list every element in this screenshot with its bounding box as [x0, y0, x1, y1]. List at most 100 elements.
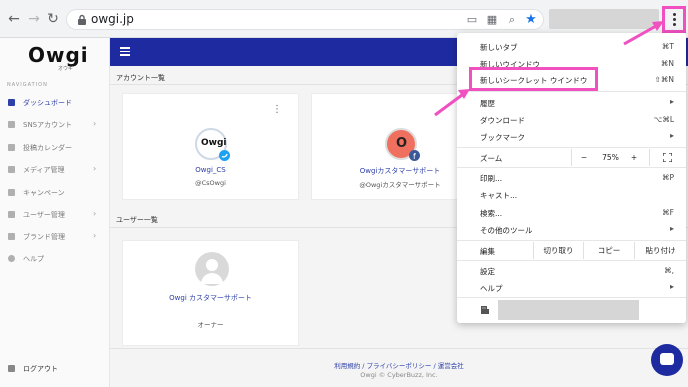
incognito-highlight [469, 67, 598, 91]
sidebar-item-label: SNSアカウント [23, 121, 73, 129]
sidebar: Owgi オウギ NAVIGATION ダッシュボード SNSアカウント › 投… [0, 38, 110, 387]
menu-item-help[interactable]: ヘルプ ▸ [457, 279, 686, 296]
profile-redacted [498, 300, 639, 320]
sidebar-item-label: ブランド管理 [23, 233, 65, 241]
menu-item-label: キャスト... [480, 191, 518, 200]
menu-item-label: その他のツール [480, 226, 533, 235]
chevron-right-icon: › [93, 231, 97, 240]
pointer-arrow-to-incognito [434, 89, 470, 117]
menu-item-label: 新しいタブ [480, 43, 518, 52]
owgi-logo-mini: Owgi [201, 138, 227, 148]
menu-item-find[interactable]: 検索... ⌘F [457, 204, 686, 221]
submenu-arrow-icon: ▸ [669, 131, 674, 140]
sidebar-item-label: ダッシュボード [23, 99, 72, 107]
sidebar-item-media[interactable]: メディア管理 › [0, 161, 110, 179]
menu-item-shortcut: ⇧⌘N [654, 75, 674, 84]
submenu-arrow-icon: ▸ [669, 224, 674, 233]
avatar-head [206, 259, 218, 271]
bookmark-star-icon[interactable]: ★ [524, 13, 538, 27]
menu-item-label: ヘルプ [480, 284, 503, 293]
menu-item-label: ズーム [480, 154, 503, 163]
menu-item-history[interactable]: 履歴 ▸ [457, 94, 686, 111]
svg-text:f: f [413, 152, 416, 161]
submenu-arrow-icon: ▸ [669, 282, 674, 291]
sidebar-item-help[interactable]: ヘルプ [0, 250, 110, 268]
menu-item-shortcut: ⌘N [660, 59, 674, 68]
user-icon [8, 211, 15, 218]
submenu-arrow-icon: ▸ [669, 97, 674, 106]
facebook-icon: f [409, 150, 420, 161]
account-handle: @CsOwgi [195, 179, 226, 187]
menu-item-shortcut: ⌘F [662, 208, 674, 217]
fullscreen-icon [663, 153, 672, 162]
menu-item-downloads[interactable]: ダウンロード ⌥⌘L [457, 111, 686, 128]
menu-row-zoom: ズーム − 75% + [457, 149, 686, 166]
avatar-letter: O [396, 136, 408, 151]
copy-button[interactable]: コピー [583, 242, 634, 259]
menu-item-shortcut: ⌘P [661, 173, 674, 182]
user-avatar [195, 252, 229, 286]
zoom-in-button[interactable]: + [623, 149, 645, 166]
sidebar-item-label: ユーザー管理 [23, 211, 65, 219]
menu-item-label: 設定 [480, 267, 495, 276]
zoom-out-button[interactable]: − [571, 149, 596, 166]
sidebar-item-dashboard[interactable]: ダッシュボード [0, 94, 110, 112]
menu-separator [457, 167, 686, 168]
search-icon[interactable]: ⌕ [505, 13, 519, 27]
menu-item-label: ダウンロード [480, 116, 525, 125]
footer-copyright: Owgi © CyberBuzz, Inc. [360, 371, 438, 379]
menu-separator [457, 147, 686, 148]
lock-icon [78, 14, 86, 25]
account-name[interactable]: Owgi_CS [123, 166, 298, 174]
owgi-logo[interactable]: Owgi オウギ [28, 43, 88, 72]
menu-item-more-tools[interactable]: その他のツール ▸ [457, 221, 686, 238]
sidebar-item-label: メディア管理 [23, 166, 65, 174]
fullscreen-button[interactable] [649, 149, 686, 166]
help-icon [8, 255, 15, 262]
chevron-right-icon: › [93, 164, 97, 173]
sidebar-item-brand[interactable]: ブランド管理 › [0, 228, 110, 246]
hamburger-menu-icon[interactable] [120, 47, 130, 56]
more-options-icon[interactable]: ⋮ [272, 104, 282, 115]
menu-item-shortcut: ⌘, [664, 266, 674, 275]
menu-item-bookmarks[interactable]: ブックマーク ▸ [457, 128, 686, 145]
sidebar-item-label: ヘルプ [23, 255, 44, 263]
media-icon [8, 166, 15, 173]
logout-button[interactable]: ログアウト [0, 360, 110, 378]
qr-code-icon[interactable]: ▦ [485, 13, 499, 27]
url-text: owgi.jp [91, 12, 134, 26]
menu-item-label: 印刷... [480, 174, 503, 183]
account-card[interactable]: ⋮ Owgi Owgi_CS @CsOwgi [122, 93, 299, 200]
address-bar[interactable]: owgi.jp ▭ ▦ ⌕ ★ [66, 9, 544, 30]
cut-button[interactable]: 切り取り [533, 242, 583, 259]
menu-item-label: 履歴 [480, 99, 495, 108]
footer-links[interactable]: 利用規約 / プライバシーポリシー / 運営会社 [110, 360, 688, 370]
cast-icon[interactable]: ▭ [465, 13, 479, 27]
menu-row-profile[interactable] [457, 299, 686, 321]
menu-item-cast[interactable]: キャスト... [457, 186, 686, 203]
managed-building-icon [481, 306, 489, 314]
menu-item-settings[interactable]: 設定 ⌘, [457, 262, 686, 279]
sidebar-item-label: 投稿カレンダー [23, 144, 72, 152]
menu-item-label: ブックマーク [480, 133, 525, 142]
user-card[interactable]: Owgi カスタマーサポート オーナー [122, 240, 299, 346]
sidebar-item-users[interactable]: ユーザー管理 › [0, 206, 110, 224]
sidebar-item-campaign[interactable]: キャンペーン [0, 184, 110, 202]
nav-title: NAVIGATION [7, 82, 48, 88]
sidebar-item-calendar[interactable]: 投稿カレンダー [0, 139, 110, 157]
chat-icon [660, 353, 674, 365]
logout-icon [8, 365, 15, 372]
reload-icon[interactable]: ↻ [45, 11, 61, 27]
back-arrow-icon[interactable]: ← [6, 11, 22, 27]
forward-arrow-icon[interactable]: → [26, 11, 42, 27]
sidebar-item-sns[interactable]: SNSアカウント › [0, 116, 110, 134]
paste-button[interactable]: 貼り付け [634, 242, 686, 259]
calendar-icon [8, 144, 15, 151]
user-role: オーナー [197, 321, 224, 329]
menu-item-print[interactable]: 印刷... ⌘P [457, 169, 686, 186]
chevron-right-icon: › [93, 119, 97, 128]
user-name[interactable]: Owgi カスタマーサポート [123, 293, 298, 303]
chat-button[interactable] [651, 344, 683, 376]
brand-icon [8, 233, 15, 240]
menu-separator [457, 240, 686, 241]
